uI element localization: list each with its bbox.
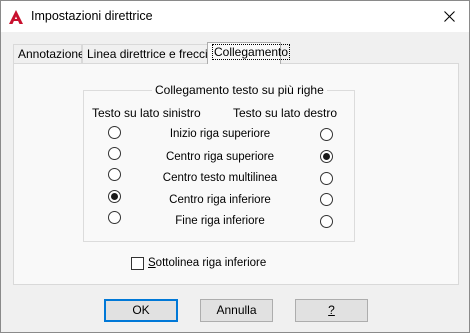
tab-linea-direttrice-freccia[interactable]: Linea direttrice e freccia bbox=[82, 44, 214, 63]
close-icon bbox=[443, 10, 455, 22]
tab-annotazione[interactable]: Annotazione bbox=[13, 44, 85, 63]
radio-left-centro-riga-inferiore[interactable] bbox=[108, 190, 121, 203]
tab-panel-collegamento: Collegamento testo su più righe Testo su… bbox=[13, 63, 459, 285]
help-button[interactable]: ? bbox=[295, 299, 368, 322]
label-text: ottolinea riga inferiore bbox=[155, 257, 267, 269]
help-label: ? bbox=[328, 303, 335, 317]
radio-left-centro-riga-superiore[interactable] bbox=[108, 147, 121, 160]
radio-left-fine-riga-inferiore[interactable] bbox=[108, 211, 121, 224]
radio-left-centro-testo-multilinea[interactable] bbox=[108, 168, 121, 181]
title-bar: Impostazioni direttrice bbox=[1, 1, 469, 32]
mnemonic-letter: S bbox=[148, 257, 156, 269]
ok-button[interactable]: OK bbox=[104, 299, 178, 322]
radio-right-centro-riga-inferiore[interactable] bbox=[320, 193, 333, 206]
tab-label: Collegamento bbox=[212, 44, 291, 60]
dialog-window: Impostazioni direttrice Annotazione Line… bbox=[0, 0, 470, 333]
underline-bottom-line-label[interactable]: Sottolinea riga inferiore bbox=[148, 257, 266, 269]
left-side-header: Testo su lato sinistro bbox=[92, 106, 201, 120]
radio-right-centro-testo-multilinea[interactable] bbox=[320, 172, 333, 185]
underline-bottom-line-checkbox[interactable] bbox=[131, 257, 144, 270]
row-label: Centro testo multilinea bbox=[162, 172, 278, 184]
group-title: Collegamento testo su più righe bbox=[152, 83, 327, 97]
right-side-header: Testo su lato destro bbox=[233, 106, 338, 120]
close-button[interactable] bbox=[437, 5, 461, 27]
row-label: Centro riga superiore bbox=[165, 151, 275, 163]
cancel-button[interactable]: Annulla bbox=[200, 299, 273, 322]
tab-label: Annotazione bbox=[18, 47, 85, 61]
row-label: Inizio riga superiore bbox=[169, 128, 271, 140]
row-label: Centro riga inferiore bbox=[169, 194, 271, 206]
radio-right-inizio-riga-superiore[interactable] bbox=[320, 128, 333, 141]
window-title: Impostazioni direttrice bbox=[31, 9, 153, 23]
radio-left-inizio-riga-superiore[interactable] bbox=[108, 126, 121, 139]
radio-right-fine-riga-inferiore[interactable] bbox=[320, 215, 333, 228]
radio-right-centro-riga-superiore[interactable] bbox=[320, 150, 333, 163]
row-label: Fine riga inferiore bbox=[175, 215, 265, 227]
tab-label: Linea direttrice e freccia bbox=[87, 47, 215, 61]
tab-collegamento[interactable]: Collegamento bbox=[207, 42, 291, 64]
autocad-a-icon bbox=[9, 10, 23, 24]
